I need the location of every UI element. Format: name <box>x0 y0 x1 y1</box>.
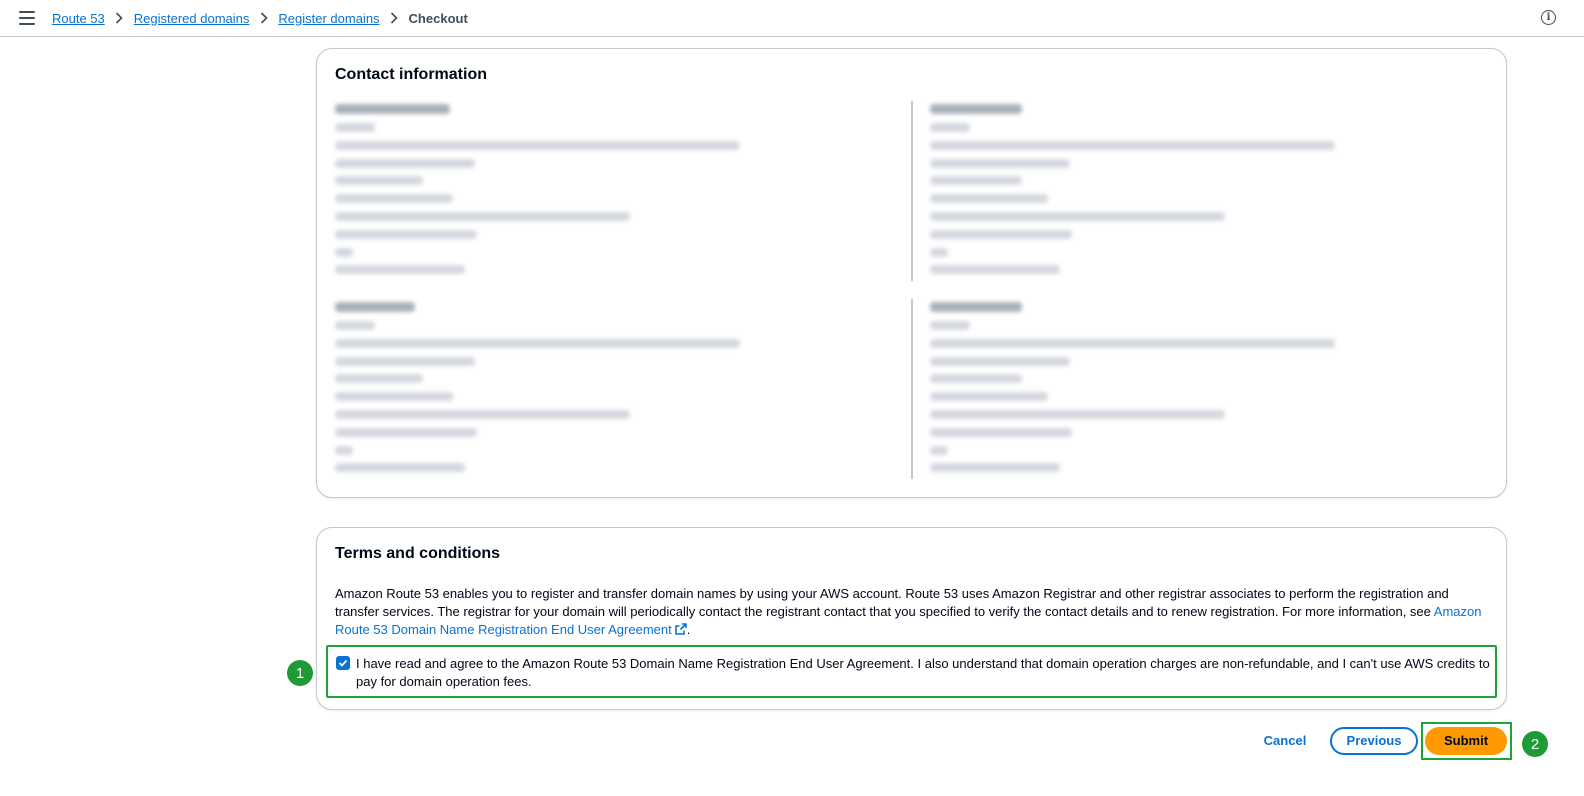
breadcrumb: Route 53 Registered domains Register dom… <box>52 10 468 26</box>
checkmark-icon <box>338 659 348 667</box>
agree-checkbox-label[interactable]: I have read and agree to the Amazon Rout… <box>356 655 1491 691</box>
step-badge-2: 2 <box>1522 731 1548 757</box>
registrant-contact-blurred <box>335 104 895 283</box>
chevron-right-icon <box>380 10 409 26</box>
billing-contact-blurred <box>930 302 1490 481</box>
breadcrumb-register-domains[interactable]: Register domains <box>278 11 379 26</box>
contact-information-panel: Contact information <box>316 48 1507 498</box>
agreement-highlight: I have read and agree to the Amazon Rout… <box>326 645 1497 698</box>
chevron-right-icon <box>249 10 278 26</box>
chevron-right-icon <box>105 10 134 26</box>
hamburger-menu-icon[interactable] <box>19 11 35 25</box>
breadcrumb-current: Checkout <box>408 10 468 26</box>
info-icon[interactable]: i <box>1541 10 1556 25</box>
admin-contact-blurred <box>930 104 1490 283</box>
breadcrumb-route53[interactable]: Route 53 <box>52 11 105 26</box>
column-divider <box>911 299 913 479</box>
terms-title: Terms and conditions <box>335 545 501 562</box>
top-navigation-bar: Route 53 Registered domains Register dom… <box>0 0 1584 37</box>
agree-checkbox[interactable] <box>336 656 350 670</box>
terms-period: . <box>686 622 691 637</box>
external-link-icon <box>674 622 687 635</box>
terms-body: Amazon Route 53 enables you to register … <box>335 586 1449 619</box>
column-divider <box>911 101 913 281</box>
previous-button[interactable]: Previous <box>1330 727 1418 755</box>
tech-contact-blurred <box>335 302 895 481</box>
breadcrumb-registered-domains[interactable]: Registered domains <box>134 11 250 26</box>
submit-button[interactable]: Submit <box>1425 727 1507 755</box>
step-badge-1: 1 <box>287 660 313 686</box>
terms-description: Amazon Route 53 enables you to register … <box>335 585 1490 639</box>
contact-information-title: Contact information <box>335 66 487 83</box>
cancel-button[interactable]: Cancel <box>1258 731 1312 751</box>
